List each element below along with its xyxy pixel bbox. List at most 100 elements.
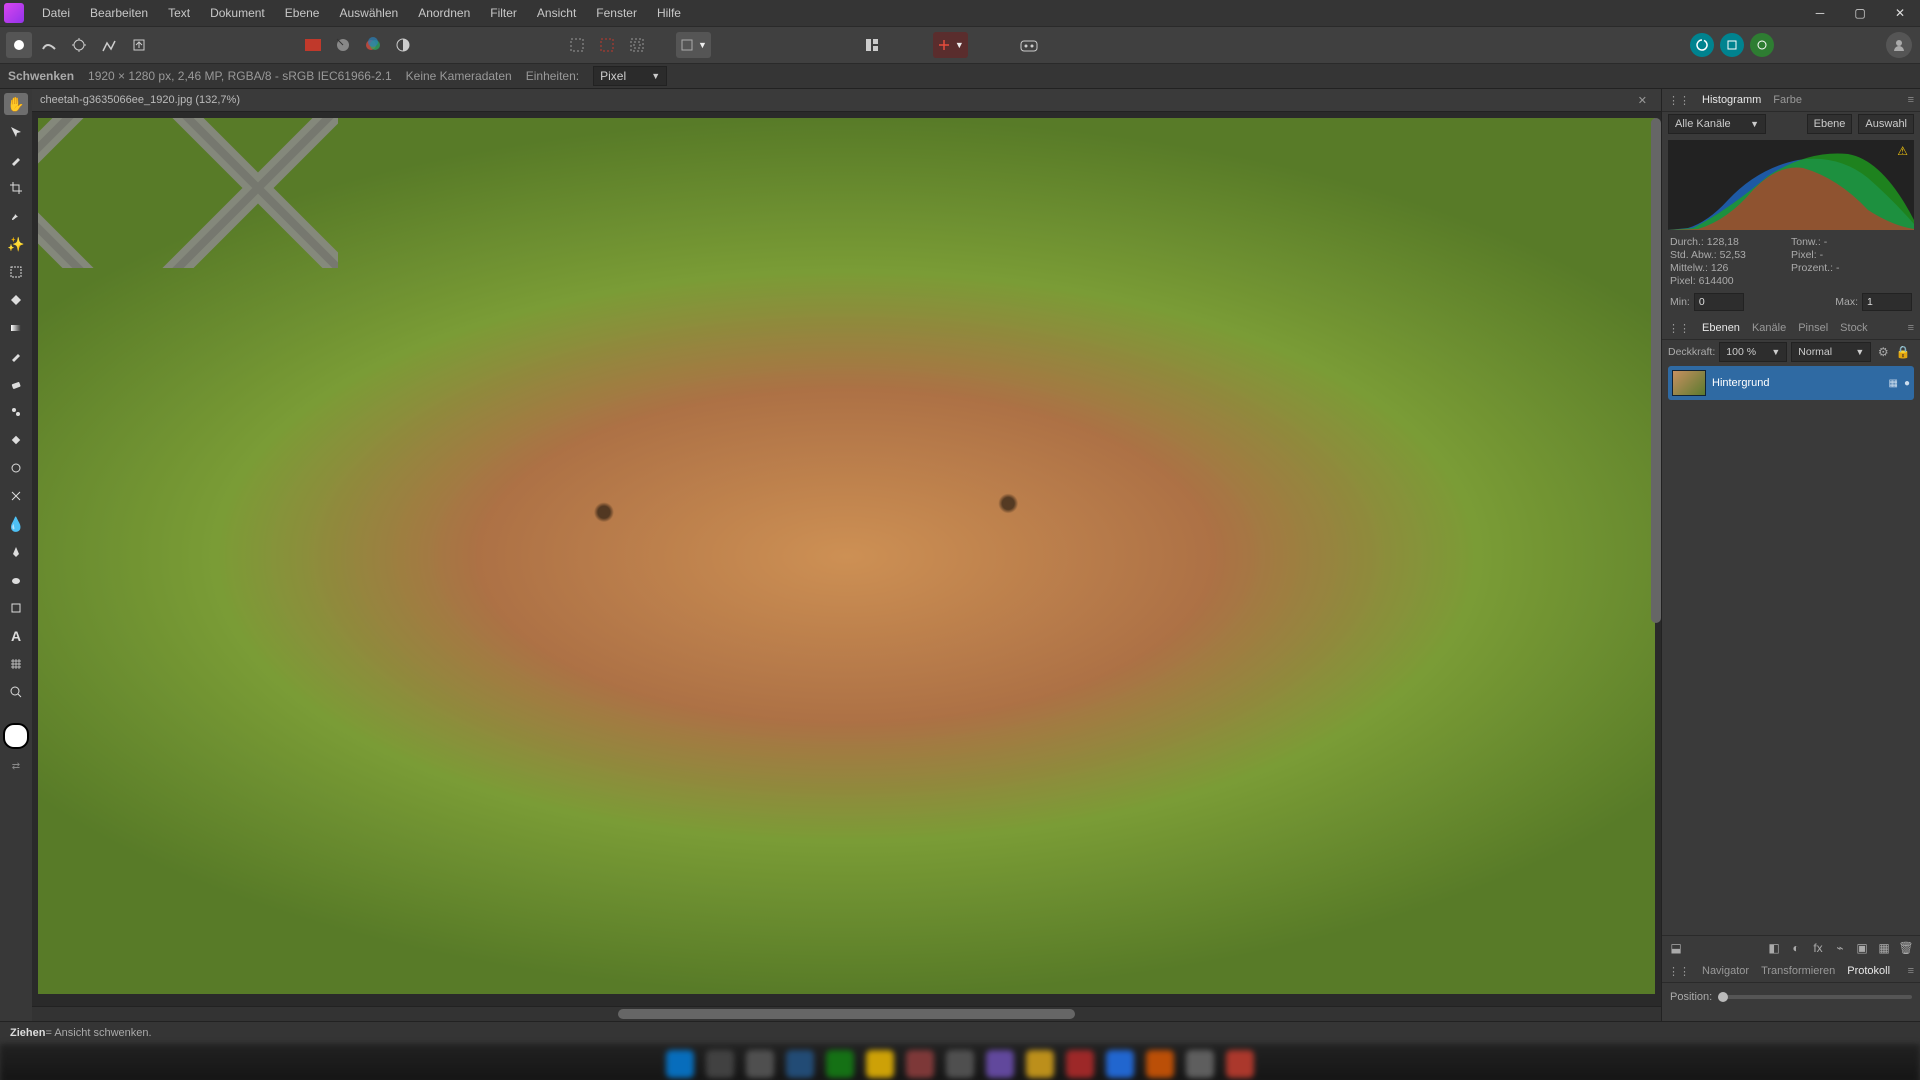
menu-ebene[interactable]: Ebene [275, 0, 330, 26]
menu-text[interactable]: Text [158, 0, 200, 26]
tab-ebenen[interactable]: Ebenen [1702, 322, 1740, 334]
persona-liquify-button[interactable] [36, 32, 62, 58]
autolevels-button[interactable] [330, 32, 356, 58]
layer-mask-button[interactable]: ◧ [1766, 940, 1782, 956]
shape-tool[interactable] [4, 597, 28, 619]
layer-fx2-button[interactable]: fx [1810, 940, 1826, 956]
opacity-input[interactable]: 100 %▼ [1719, 342, 1787, 362]
move-tool[interactable] [4, 121, 28, 143]
selection-subtract-button[interactable] [624, 32, 650, 58]
layer-fx-button[interactable]: ⚙ [1875, 344, 1891, 360]
gradient-tool[interactable] [4, 317, 28, 339]
erase-tool[interactable] [4, 373, 28, 395]
sponge-tool[interactable] [4, 569, 28, 591]
tab-stock[interactable]: Stock [1840, 322, 1868, 334]
vertical-scrollbar[interactable] [1651, 118, 1661, 988]
selection-new-button[interactable] [564, 32, 590, 58]
window-close-button[interactable]: ✕ [1880, 0, 1920, 26]
autocolor-button[interactable] [360, 32, 386, 58]
persona-photo-button[interactable] [6, 32, 32, 58]
flood-fill-tool[interactable] [4, 289, 28, 311]
histogram-channels-select[interactable]: Alle Kanäle▼ [1668, 114, 1766, 134]
crop-tool[interactable] [4, 177, 28, 199]
layer-lock-icon[interactable]: ▦ [1889, 378, 1898, 389]
horizontal-scrollbar[interactable] [32, 1006, 1661, 1021]
app-icon [4, 3, 24, 23]
document-tab[interactable]: cheetah-g3635066ee_1920.jpg (132,7%) ✕ [32, 89, 1661, 112]
layer-add-button[interactable]: ▦ [1876, 940, 1892, 956]
sync-button-3[interactable] [1750, 33, 1774, 57]
layer-visibility-icon[interactable]: ● [1904, 378, 1910, 389]
layer-group-button[interactable]: ▣ [1854, 940, 1870, 956]
magic-wand-tool[interactable]: ✨ [4, 233, 28, 255]
sync-button-1[interactable] [1690, 33, 1714, 57]
menu-dokument[interactable]: Dokument [200, 0, 275, 26]
retouch-tool[interactable] [4, 485, 28, 507]
document-dimensions-label: 1920 × 1280 px, 2,46 MP, RGBA/8 - sRGB I… [88, 69, 392, 83]
menu-filter[interactable]: Filter [480, 0, 527, 26]
histogram-max-input[interactable] [1862, 293, 1912, 311]
history-position-slider[interactable] [1718, 995, 1912, 999]
persona-export-button[interactable] [126, 32, 152, 58]
layer-lock-button[interactable]: 🔒 [1895, 344, 1911, 360]
account-button[interactable] [1886, 32, 1912, 58]
layer-merge-button[interactable]: ⬓ [1668, 940, 1684, 956]
tab-histogram[interactable]: Histogramm [1702, 94, 1761, 106]
healing-tool[interactable] [4, 429, 28, 451]
menu-anordnen[interactable]: Anordnen [408, 0, 480, 26]
panel-menu-icon[interactable]: ≡ [1908, 94, 1914, 106]
sync-button-2[interactable] [1720, 33, 1744, 57]
menu-ansicht[interactable]: Ansicht [527, 0, 586, 26]
smudge-tool[interactable]: 💧 [4, 513, 28, 535]
dodge-tool[interactable] [4, 457, 28, 479]
tab-kanaele[interactable]: Kanäle [1752, 322, 1786, 334]
menu-bearbeiten[interactable]: Bearbeiten [80, 0, 158, 26]
menu-hilfe[interactable]: Hilfe [647, 0, 691, 26]
swap-colors-button[interactable]: ⇄ [4, 755, 28, 777]
assistant-button[interactable] [1016, 32, 1042, 58]
autocontrast-button[interactable] [390, 32, 416, 58]
blend-mode-select[interactable]: Normal▼ [1791, 342, 1871, 362]
text-tool[interactable]: A [4, 625, 28, 647]
color-picker-tool[interactable] [4, 149, 28, 171]
menu-auswaehlen[interactable]: Auswählen [329, 0, 408, 26]
mesh-warp-tool[interactable] [4, 653, 28, 675]
menu-datei[interactable]: Datei [32, 0, 80, 26]
hand-tool[interactable]: ✋ [4, 93, 28, 115]
selection-brush-tool[interactable] [4, 205, 28, 227]
window-minimize-button[interactable]: ─ [1800, 0, 1840, 26]
arrange-button[interactable] [859, 32, 885, 58]
quickmask-dropdown[interactable]: ▼ [676, 32, 711, 58]
document-tab-close[interactable]: ✕ [1638, 94, 1653, 107]
units-select[interactable]: Pixel▼ [593, 66, 667, 86]
menu-fenster[interactable]: Fenster [586, 0, 647, 26]
window-maximize-button[interactable]: ▢ [1840, 0, 1880, 26]
layer-adjust-button[interactable]: ◐ [1788, 940, 1804, 956]
swatch-red-button[interactable] [300, 32, 326, 58]
nav-panel-menu-icon[interactable]: ≡ [1908, 965, 1914, 977]
clone-tool[interactable] [4, 401, 28, 423]
color-swatch[interactable] [3, 723, 29, 749]
zoom-tool[interactable] [4, 681, 28, 703]
selection-add-button[interactable] [594, 32, 620, 58]
layer-live-button[interactable]: ⌁ [1832, 940, 1848, 956]
persona-tone-button[interactable] [96, 32, 122, 58]
layers-panel-menu-icon[interactable]: ≡ [1908, 322, 1914, 334]
tab-protokoll[interactable]: Protokoll [1847, 965, 1890, 977]
layer-row-background[interactable]: Hintergrund ▦ ● [1668, 366, 1914, 400]
persona-develop-button[interactable] [66, 32, 92, 58]
marquee-tool[interactable] [4, 261, 28, 283]
histogram-min-input[interactable] [1694, 293, 1744, 311]
layer-delete-button[interactable]: 🗑 [1898, 940, 1914, 956]
tab-transformieren[interactable]: Transformieren [1761, 965, 1835, 977]
canvas[interactable] [32, 112, 1661, 1006]
pen-tool[interactable] [4, 541, 28, 563]
tab-pinsel[interactable]: Pinsel [1798, 322, 1828, 334]
tab-navigator[interactable]: Navigator [1702, 965, 1749, 977]
histogram-ebene-button[interactable]: Ebene [1807, 114, 1853, 134]
paint-brush-tool[interactable] [4, 345, 28, 367]
histogram-chart: ⚠ [1668, 140, 1914, 230]
histogram-auswahl-button[interactable]: Auswahl [1858, 114, 1914, 134]
snapping-dropdown[interactable]: ▼ [933, 32, 968, 58]
tab-color[interactable]: Farbe [1773, 94, 1802, 106]
